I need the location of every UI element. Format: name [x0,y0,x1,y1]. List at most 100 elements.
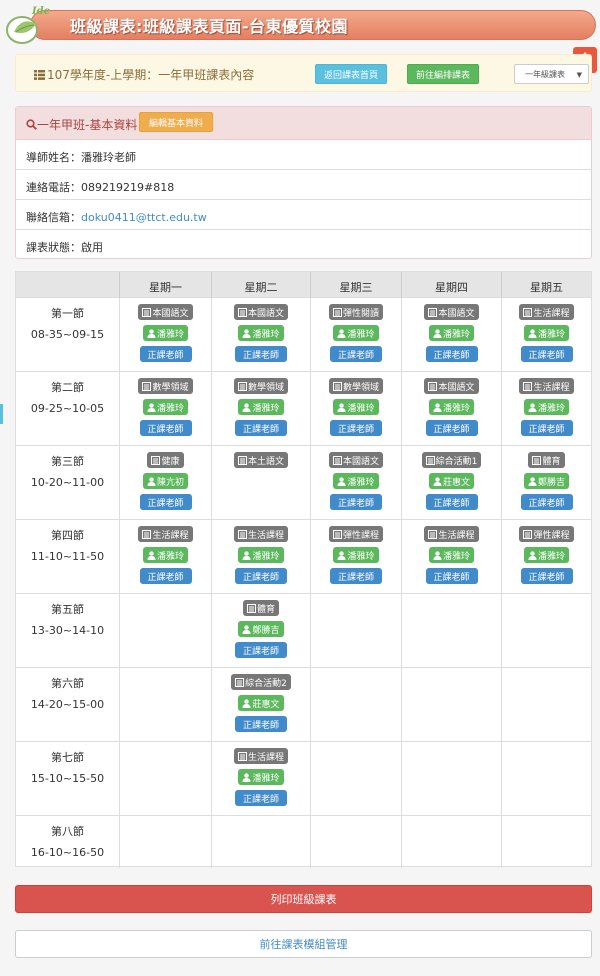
timetable-cell[interactable] [119,816,211,868]
subject-text: 彈性課程 [533,531,570,541]
period-row: 第五節 13-30~14-10 體育 鄭勝吉 正課老師 [16,594,591,668]
timetable-cell[interactable]: 本國語文 潘雅玲 正課老師 [401,298,501,371]
subject-text: 生活課程 [533,383,570,393]
timetable-cell[interactable]: 綜合活動1 莊惠文 正課老師 [401,446,501,519]
timetable-cell[interactable] [119,742,211,815]
timetable-cell[interactable] [501,816,591,868]
timetable-cell[interactable]: 生活課程 潘雅玲 正課老師 [211,520,310,593]
book-icon [332,530,342,539]
timetable-cell[interactable]: 彈性課程 潘雅玲 正課老師 [501,520,591,593]
print-class-timetable-button[interactable]: 列印班級課表 [15,885,592,913]
timetable-cell[interactable]: 生活課程 潘雅玲 正課老師 [501,372,591,445]
user-icon [242,329,251,338]
timetable-cell[interactable]: 生活課程 潘雅玲 正課老師 [401,520,501,593]
subject-text: 數學領域 [247,383,284,393]
class-entry: 綜合活動1 莊惠文 正課老師 [402,452,501,515]
role-label: 正課老師 [330,346,382,362]
timetable-cell[interactable] [119,594,211,667]
timetable-cell[interactable]: 本國語文 潘雅玲 正課老師 [310,446,401,519]
timetable-cell[interactable] [501,594,591,667]
class-entry: 體育 鄭勝吉 正課老師 [212,600,310,663]
day-header: 星期二 [211,272,310,298]
timetable-cell[interactable]: 本國語文 潘雅玲 正課老師 [119,298,211,371]
timetable-cell[interactable]: 生活課程潘雅玲正課老師 [211,742,310,815]
timetable-cell[interactable]: 生活課程 潘雅玲 正課老師 [501,298,591,371]
grade-select[interactable]: 一年級課表 ▼ [514,64,589,84]
side-tab-handle[interactable] [0,404,3,424]
user-icon [528,551,537,560]
teacher-text: 潘雅玲 [537,552,565,562]
subject-label: 彈性課程 [328,526,383,542]
edit-basic-info-button[interactable]: 編輯基本資料 [139,112,213,132]
period-time: 13-30~14-10 [30,624,105,637]
timetable-cell[interactable] [119,668,211,741]
timetable-status: 課表狀態：啟用 [26,241,103,254]
teacher-label: 潘雅玲 [142,547,188,563]
role-label: 正課老師 [235,346,287,362]
timetable-cell[interactable]: 生活課程 潘雅玲 正課老師 [119,520,211,593]
timetable-cell[interactable]: 本土語文 [211,446,310,519]
book-icon [237,456,247,465]
timetable-cell[interactable]: 本國語文 潘雅玲 正課老師 [401,372,501,445]
email-link[interactable]: doku0411@ttct.edu.tw [81,211,207,224]
svg-text:Idea: Idea [31,6,50,17]
timetable-cell[interactable] [310,816,401,868]
class-entry: 本國語文 潘雅玲 正課老師 [120,304,211,367]
timetable-cell[interactable]: 體育 鄭勝吉 正課老師 [211,594,310,667]
timetable-cell[interactable]: 數學領域 潘雅玲 正課老師 [119,372,211,445]
list-icon [34,70,45,80]
book-icon [523,382,533,391]
timetable-cell[interactable]: 體育 鄭勝吉 正課老師 [501,446,591,519]
book-icon [425,456,435,465]
class-entry: 本國語文 潘雅玲 正課老師 [402,378,501,441]
go-edit-timetable-button[interactable]: 前往編排課表 [407,64,479,84]
book-icon [237,382,247,391]
subject-text: 生活課程 [247,753,284,763]
role-label: 正課老師 [235,568,287,584]
timetable-cell[interactable] [501,668,591,741]
timetable-cell[interactable] [401,668,501,741]
class-entry: 本國語文 潘雅玲 正課老師 [402,304,501,367]
timetable-cell[interactable] [401,742,501,815]
teacher-text: 潘雅玲 [252,774,280,784]
timetable-cell[interactable]: 數學領域 潘雅玲 正課老師 [211,372,310,445]
timetable-cell[interactable] [401,594,501,667]
back-to-timetable-home-button[interactable]: 返回課表首頁 [315,64,387,84]
subject-text: 本國語文 [247,309,284,319]
timetable-cell[interactable]: 數學領域 潘雅玲 正課老師 [310,372,401,445]
timetable-module-management-button[interactable]: 前往課表模組管理 [15,930,592,958]
day-header: 星期一 [119,272,211,298]
timetable-cell[interactable] [211,816,310,868]
class-entry: 生活課程 潘雅玲 正課老師 [212,526,310,589]
class-entry: 本國語文 潘雅玲 正課老師 [212,304,310,367]
panel-title: 一年甲班-基本資料 [37,118,138,132]
timetable-cell[interactable] [310,594,401,667]
role-label: 正課老師 [520,494,573,510]
header-corner [16,272,119,298]
class-entry: 生活課程 潘雅玲 正課老師 [502,304,591,367]
timetable-cell[interactable]: 彈性課程 潘雅玲 正課老師 [310,520,401,593]
teacher-text: 潘雅玲 [537,404,565,414]
book-icon [332,308,342,317]
timetable-cell[interactable]: 綜合活動2 莊惠文 正課老師 [211,668,310,741]
teacher-label: 莊惠文 [238,695,284,711]
subject-label: 體育 [528,452,565,468]
period-label: 第四節 11-10~11-50 [16,520,119,567]
user-icon [433,551,442,560]
timetable-cell[interactable] [310,742,401,815]
role-label: 正課老師 [235,790,287,806]
subject-label: 生活課程 [424,526,479,542]
timetable-cell[interactable]: 健康 陳亢初 正課老師 [119,446,211,519]
period-label: 第三節 10-20~11-00 [16,446,119,493]
teacher-label: 潘雅玲 [428,399,474,415]
class-entry: 生活課程潘雅玲正課老師 [212,748,310,811]
class-entry: 彈性課程 潘雅玲 正課老師 [311,526,401,589]
semester-label: 107學年度-上學期：一年甲班課表內容 [47,68,255,82]
timetable-cell[interactable]: 彈性閱讀 潘雅玲 正課老師 [310,298,401,371]
day-header: 星期四 [401,272,501,298]
timetable-cell[interactable] [401,816,501,868]
user-icon [337,403,346,412]
timetable-cell[interactable] [501,742,591,815]
timetable-cell[interactable] [310,668,401,741]
timetable-cell[interactable]: 本國語文 潘雅玲 正課老師 [211,298,310,371]
